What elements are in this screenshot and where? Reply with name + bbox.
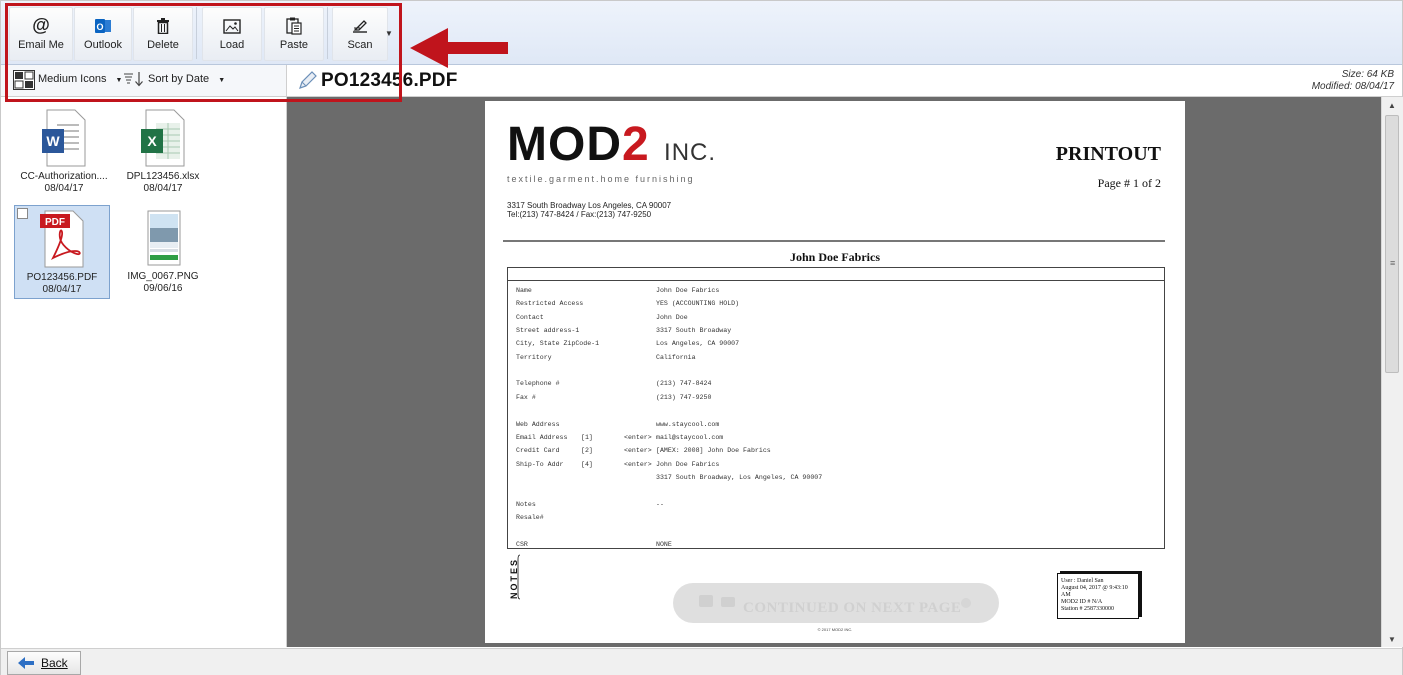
continued-text: CONTINUED ON NEXT PAGE: [743, 600, 962, 616]
grip-icon: ≡: [1390, 258, 1396, 268]
detail-label: Territory: [516, 353, 552, 361]
phone-line: Tel:(213) 747-8424 / Fax:(213) 747-9250: [507, 210, 652, 219]
divider: [503, 240, 1165, 242]
back-button[interactable]: Back: [7, 651, 81, 675]
printer-icon: [699, 595, 713, 607]
detail-label: Ship-To Addr: [516, 460, 564, 468]
page-number: Page # 1 of 2: [1097, 176, 1161, 190]
detail-label: CSR: [516, 540, 528, 548]
detail-label: Fax #: [516, 393, 536, 401]
detail-value: NONE: [656, 540, 672, 548]
arrow-annotation-icon: [410, 28, 508, 68]
signature-datetime: August 04, 2017 @ 9:43:10 AM: [1061, 585, 1128, 598]
detail-value: 3317 South Broadway: [656, 327, 732, 335]
scroll-up-icon[interactable]: ▲: [1388, 101, 1396, 110]
document-size: Size: 64 KB: [1341, 69, 1394, 80]
detail-enter: <enter>: [624, 433, 652, 441]
page-footer: © 2017 MOD2 INC.: [817, 627, 853, 632]
scroll-down-icon[interactable]: ▼: [1388, 635, 1396, 644]
continued-overlay[interactable]: CONTINUED ON NEXT PAGE: [673, 583, 999, 623]
svg-text:W: W: [46, 133, 60, 149]
pdf-document-icon: PDF: [40, 210, 84, 268]
svg-text:PDF: PDF: [45, 217, 65, 228]
image-thumbnail-icon: [147, 210, 181, 266]
printout-heading: PRINTOUT: [1055, 143, 1161, 165]
detail-label: Telephone #: [516, 380, 560, 388]
detail-value: John Doe Fabrics: [656, 460, 720, 468]
detail-label: Contact: [516, 313, 544, 321]
detail-label: Resale#: [516, 513, 544, 521]
detail-label: Street address-1: [516, 327, 580, 335]
back-arrow-icon: [18, 657, 34, 669]
detail-label: Name: [516, 287, 532, 294]
bottom-bar: Back: [1, 648, 1402, 675]
detail-label: Restricted Access: [516, 300, 584, 308]
detail-value: John Doe: [656, 313, 688, 321]
company-logo: MOD2 INC.: [507, 118, 717, 171]
detail-enter: <enter>: [624, 460, 652, 468]
detail-idx: [2]: [581, 447, 593, 455]
detail-label: City, State ZipCode-1: [516, 340, 600, 348]
signature-station: Station # 2587330000: [1061, 606, 1115, 612]
file-checkbox[interactable]: [17, 208, 28, 219]
svg-text:NOTES: NOTES: [509, 558, 519, 599]
file-date: 09/06/16: [143, 283, 183, 294]
company-tagline: textile.garment.home furnishing: [507, 174, 695, 184]
detail-value: John Doe Fabrics: [656, 287, 720, 294]
detail-value: www.staycool.com: [656, 420, 720, 428]
customer-name: John Doe Fabrics: [790, 250, 880, 264]
file-item[interactable]: W CC-Authorization.... 08/04/17: [17, 105, 111, 197]
file-name: CC-Authorization....: [20, 171, 108, 182]
file-name: IMG_0067.PNG: [127, 271, 199, 282]
signature-mod2id: MOD2 ID # N/A: [1061, 599, 1103, 605]
file-name: DPL123456.xlsx: [126, 171, 200, 182]
detail-value: Los Angeles, CA 90007: [656, 340, 740, 348]
pdf-page: MOD2 INC. textile.garment.home furnishin…: [485, 101, 1185, 643]
detail-value: YES (ACCOUNTING HOLD): [656, 300, 740, 308]
detail-value: --: [656, 500, 664, 508]
signature-user: User : Daniel San: [1061, 578, 1104, 584]
vertical-scrollbar[interactable]: ▲ ≡ ▼: [1381, 97, 1403, 647]
file-name: PO123456.PDF: [26, 272, 98, 283]
file-date: 08/04/17: [44, 183, 84, 194]
detail-label: Notes: [516, 500, 536, 508]
detail-enter: <enter>: [624, 447, 652, 455]
detail-value: (213) 747-8424: [656, 380, 712, 388]
file-item[interactable]: IMG_0067.PNG 09/06/16: [116, 205, 210, 297]
file-item-selected[interactable]: PDF PO123456.PDF 08/04/17: [14, 205, 110, 299]
detail-value: California: [656, 353, 696, 361]
detail-label: Web Address: [516, 420, 560, 428]
detail-label: Email Address: [516, 433, 568, 441]
detail-value: [AMEX: 2008] John Doe Fabrics: [656, 447, 771, 455]
next-page-icon: [961, 598, 971, 608]
file-date: 08/04/17: [143, 183, 183, 194]
svg-text:X: X: [147, 133, 157, 149]
notes-label: NOTES: [509, 554, 521, 600]
box-header: [508, 268, 1164, 281]
detail-idx: [1]: [581, 433, 593, 441]
address-line: 3317 South Broadway Los Angeles, CA 9000…: [507, 201, 672, 210]
printer-icon: [721, 597, 735, 607]
company-address: 3317 South Broadway Los Angeles, CA 9000…: [507, 201, 671, 219]
detail-idx: [4]: [581, 460, 593, 468]
word-document-icon: W: [42, 109, 86, 167]
detail-value: 3317 South Broadway, Los Angeles, CA 900…: [656, 473, 823, 481]
document-meta: Size: 64 KB Modified: 08/04/17: [1312, 69, 1394, 93]
detail-value: mail@staycool.com: [656, 433, 724, 441]
detail-label: Credit Card: [516, 447, 560, 455]
customer-details-box: Name John Doe Fabrics Restricted Access YES…: [507, 267, 1165, 549]
excel-spreadsheet-icon: X: [141, 109, 185, 167]
document-modified: Modified: 08/04/17: [1311, 81, 1394, 92]
file-item[interactable]: X DPL123456.xlsx 08/04/17: [116, 105, 210, 197]
file-list-pane: W CC-Authorization.... 08/04/17 X DPL123…: [1, 97, 287, 647]
back-label: Back: [41, 656, 68, 670]
detail-value: (213) 747-9250: [656, 393, 712, 401]
highlight-box: [5, 3, 402, 102]
signature-box: User : Daniel San August 04, 2017 @ 9:43…: [1057, 573, 1139, 619]
scrollbar-thumb[interactable]: ≡: [1385, 115, 1399, 373]
file-date: 08/04/17: [42, 284, 82, 295]
